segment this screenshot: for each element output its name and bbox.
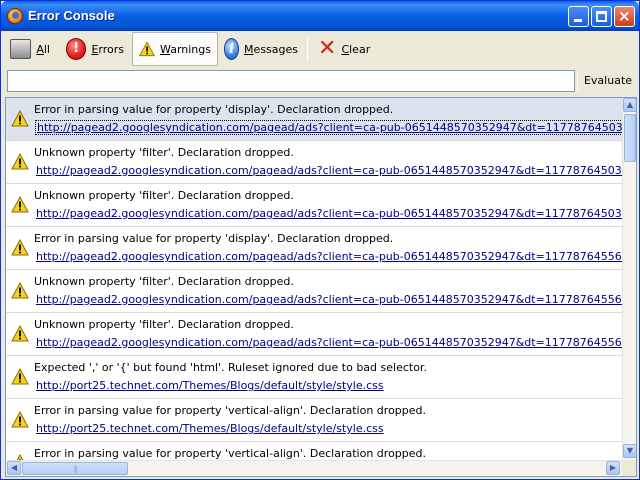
messages-label: Messages <box>244 42 298 56</box>
message-source-link[interactable]: http://pagead2.googlesyndication.com/pag… <box>35 120 622 135</box>
errors-label: Errors <box>91 42 124 56</box>
toolbar: All ! Errors Warnings i Messages ✕ Clear <box>1 31 639 67</box>
minimize-icon <box>574 19 582 22</box>
messages-button[interactable]: i Messages <box>218 32 304 66</box>
toolbar-separator <box>307 36 308 62</box>
message-row[interactable]: Error in parsing value for property 'dis… <box>6 98 622 141</box>
firefox-icon <box>7 8 23 24</box>
evaluate-input[interactable] <box>7 70 575 92</box>
message-source-link[interactable]: http://pagead2.googlesyndication.com/pag… <box>36 250 622 263</box>
message-text: Expected ',' or '{' but found 'html'. Ru… <box>34 361 427 374</box>
message-row[interactable]: Expected ',' or '{' but found 'html'. Ru… <box>6 356 622 399</box>
evaluate-bar: Evaluate <box>1 67 639 97</box>
message-row[interactable]: Error in parsing value for property 'ver… <box>6 442 622 460</box>
title-bar[interactable]: Error Console × <box>1 1 639 31</box>
minimize-button[interactable] <box>568 6 589 27</box>
maximize-button[interactable] <box>591 6 612 27</box>
warning-icon <box>11 368 29 385</box>
warning-icon <box>11 196 29 213</box>
error-icon: ! <box>66 38 87 60</box>
all-button[interactable]: All <box>4 32 56 66</box>
close-icon: × <box>618 7 631 25</box>
warning-icon <box>11 153 29 170</box>
message-text: Error in parsing value for property 'ver… <box>34 447 427 460</box>
error-console-window: Error Console × All ! Errors Warnings i … <box>0 0 640 480</box>
message-text: Unknown property 'filter'. Declaration d… <box>34 146 294 159</box>
warning-icon <box>11 411 29 428</box>
message-text: Unknown property 'filter'. Declaration d… <box>34 318 294 331</box>
message-row[interactable]: Unknown property 'filter'. Declaration d… <box>6 184 622 227</box>
message-source-link[interactable]: http://pagead2.googlesyndication.com/pag… <box>36 164 622 177</box>
vertical-scrollbar[interactable]: ▲ ▼ <box>622 98 636 460</box>
message-rows: Error in parsing value for property 'dis… <box>6 98 622 460</box>
warning-icon <box>11 282 29 299</box>
scrollbar-corner <box>622 460 636 476</box>
message-row[interactable]: Unknown property 'filter'. Declaration d… <box>6 141 622 184</box>
all-label: All <box>36 42 50 56</box>
window-title: Error Console <box>28 8 115 23</box>
message-row[interactable]: Unknown property 'filter'. Declaration d… <box>6 313 622 356</box>
warning-icon <box>11 325 29 342</box>
clear-icon: ✕ <box>318 36 337 61</box>
warnings-button[interactable]: Warnings <box>132 32 218 66</box>
clear-button[interactable]: ✕ Clear <box>312 32 376 66</box>
message-row[interactable]: Error in parsing value for property 'dis… <box>6 227 622 270</box>
warning-icon <box>11 239 29 256</box>
vertical-scroll-thumb[interactable] <box>624 114 636 162</box>
warning-icon <box>139 41 156 57</box>
all-icon <box>10 39 32 59</box>
message-row[interactable]: Unknown property 'filter'. Declaration d… <box>6 270 622 313</box>
horizontal-scrollbar[interactable]: ◀ ||| ▶ <box>6 460 622 476</box>
warning-icon <box>11 110 29 127</box>
message-source-link[interactable]: http://pagead2.googlesyndication.com/pag… <box>36 336 622 349</box>
clear-label: Clear <box>341 42 371 56</box>
message-source-link[interactable]: http://port25.technet.com/Themes/Blogs/d… <box>36 422 384 435</box>
warnings-label: Warnings <box>160 42 211 56</box>
message-text: Unknown property 'filter'. Declaration d… <box>34 275 294 288</box>
scroll-right-button[interactable]: ▶ <box>606 461 620 475</box>
message-text: Error in parsing value for property 'ver… <box>34 404 427 417</box>
message-source-link[interactable]: http://pagead2.googlesyndication.com/pag… <box>36 207 622 220</box>
maximize-icon <box>596 11 607 22</box>
scroll-left-button[interactable]: ◀ <box>7 461 21 475</box>
message-text: Unknown property 'filter'. Declaration d… <box>34 189 294 202</box>
scroll-up-button[interactable]: ▲ <box>623 98 636 112</box>
horizontal-scroll-thumb[interactable]: ||| <box>22 462 128 475</box>
evaluate-separator <box>577 71 578 91</box>
scroll-down-button[interactable]: ▼ <box>623 444 636 458</box>
message-text: Error in parsing value for property 'dis… <box>34 232 394 245</box>
info-icon: i <box>224 38 240 60</box>
errors-button[interactable]: ! Errors <box>60 32 130 66</box>
scroll-grip-icon: ||| <box>72 464 78 473</box>
evaluate-button[interactable]: Evaluate <box>581 71 635 91</box>
message-source-link[interactable]: http://port25.technet.com/Themes/Blogs/d… <box>36 379 384 392</box>
message-text: Error in parsing value for property 'dis… <box>34 103 394 116</box>
message-source-link[interactable]: http://pagead2.googlesyndication.com/pag… <box>36 293 622 306</box>
message-row[interactable]: Error in parsing value for property 'ver… <box>6 399 622 442</box>
close-button[interactable]: × <box>614 6 635 27</box>
message-list[interactable]: Error in parsing value for property 'dis… <box>5 97 637 477</box>
